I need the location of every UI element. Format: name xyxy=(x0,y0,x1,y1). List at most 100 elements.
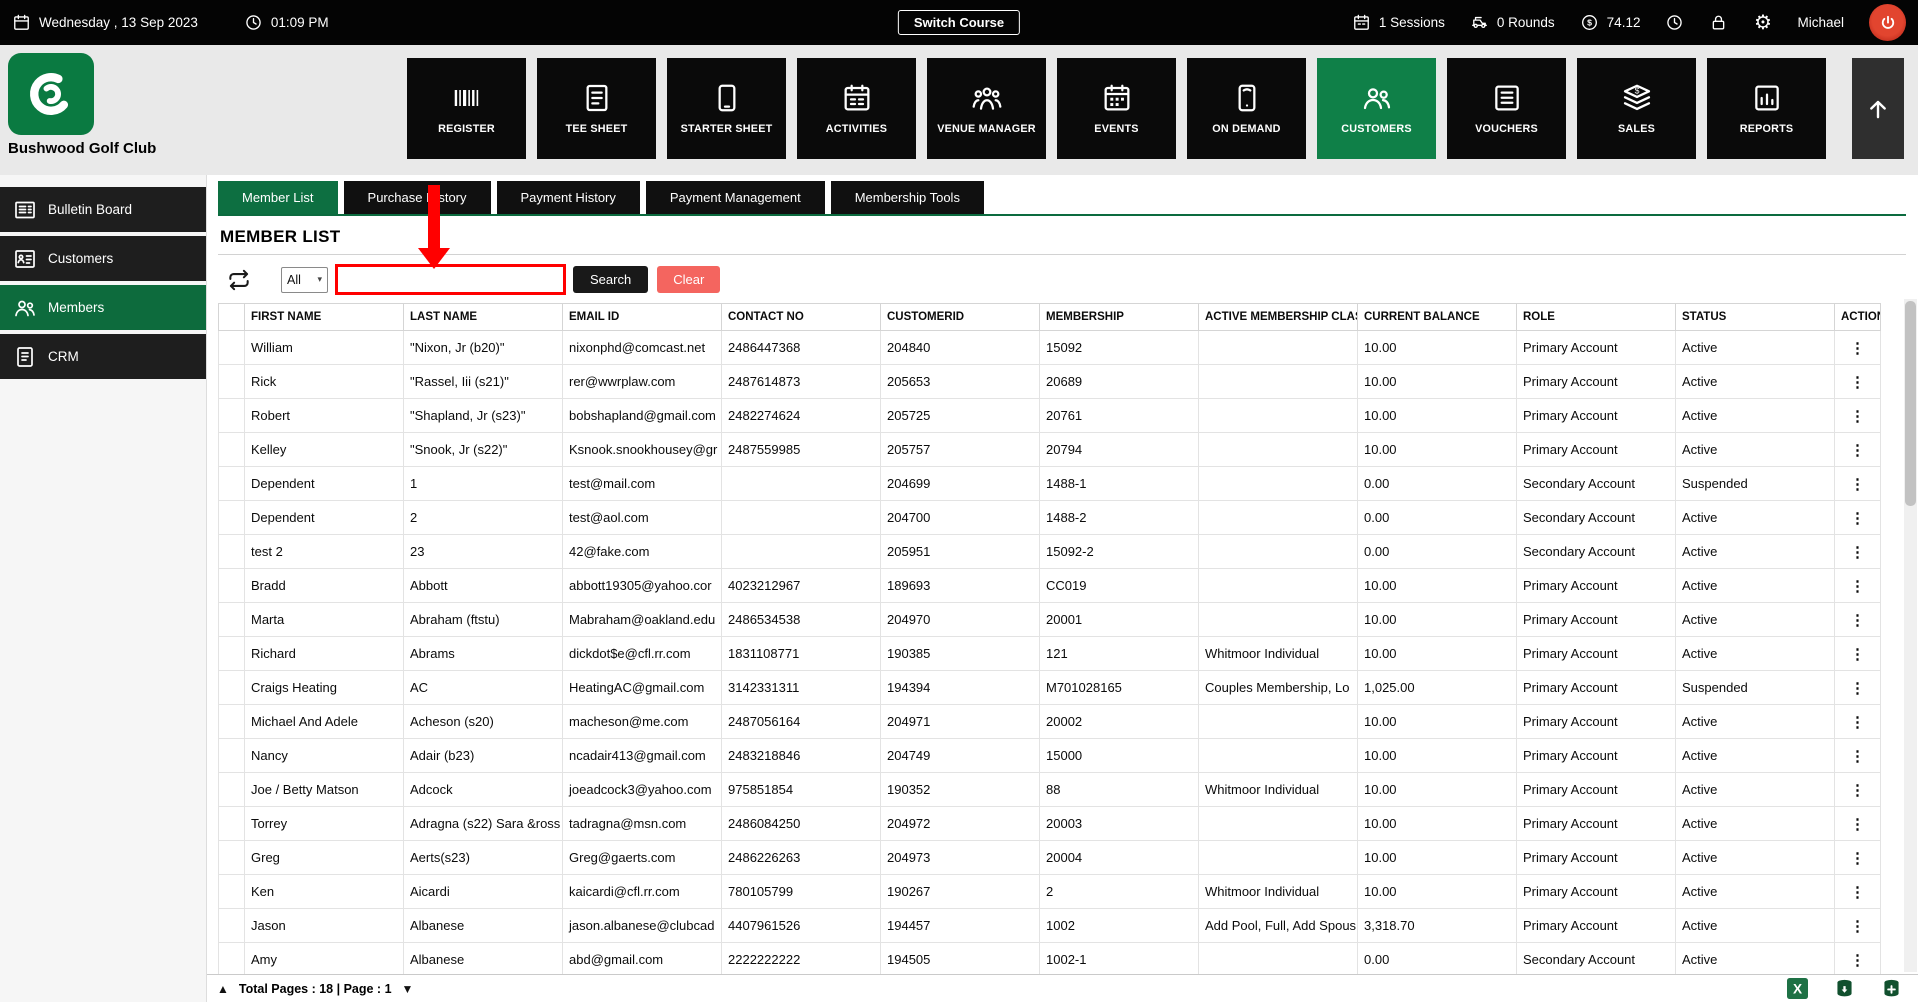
scrollbar-thumb[interactable] xyxy=(1905,301,1916,506)
column-header-active-membership-classe[interactable]: ACTIVE MEMBERSHIP CLASSE xyxy=(1198,303,1358,331)
row-actions-button[interactable]: ⋮ xyxy=(1834,738,1881,773)
settings-button[interactable]: ⚙ xyxy=(1753,13,1772,33)
member-row[interactable]: test 2 23 42@fake.com 205951 15092-2 0.00 Seco… xyxy=(218,534,1881,569)
row-actions-button[interactable]: ⋮ xyxy=(1834,704,1881,739)
collapse-ribbon-button[interactable] xyxy=(1852,58,1904,159)
row-select-cell[interactable] xyxy=(218,500,245,535)
tab-membership-tools[interactable]: Membership Tools xyxy=(830,181,984,214)
search-input[interactable] xyxy=(335,264,566,295)
nav-button-register[interactable]: REGISTER xyxy=(407,58,526,159)
column-header-membership[interactable]: MEMBERSHIP xyxy=(1039,303,1199,331)
sidebar-item-members[interactable]: Members xyxy=(0,285,206,330)
column-header-action[interactable]: ACTION xyxy=(1834,303,1881,331)
column-header-current-balance[interactable]: CURRENT BALANCE xyxy=(1357,303,1517,331)
row-actions-button[interactable]: ⋮ xyxy=(1834,840,1881,875)
row-select-cell[interactable] xyxy=(218,670,245,705)
member-row[interactable]: Jason Albanese jason.albanese@clubcad 44079… xyxy=(218,908,1881,943)
row-select-cell[interactable] xyxy=(218,772,245,807)
power-button[interactable] xyxy=(1869,4,1906,41)
tab-member-list[interactable]: Member List xyxy=(218,181,338,214)
export-excel-icon[interactable]: X xyxy=(1787,978,1808,999)
row-select-cell[interactable] xyxy=(218,806,245,841)
column-header-contact-no[interactable]: CONTACT NO xyxy=(721,303,881,331)
sidebar-item-bulletin-board[interactable]: Bulletin Board xyxy=(0,187,206,232)
rounds-indicator[interactable]: 0 Rounds xyxy=(1470,13,1555,32)
tab-payment-management[interactable]: Payment Management xyxy=(645,181,825,214)
row-select-cell[interactable] xyxy=(218,466,245,501)
refresh-button[interactable] xyxy=(226,267,252,293)
user-name[interactable]: Michael xyxy=(1797,15,1844,30)
clear-button[interactable]: Clear xyxy=(657,266,721,293)
row-actions-button[interactable]: ⋮ xyxy=(1834,364,1881,399)
search-button[interactable]: Search xyxy=(573,266,649,293)
sidebar-item-customers[interactable]: Customers xyxy=(0,236,206,281)
lock-button[interactable] xyxy=(1709,13,1728,32)
vertical-scrollbar[interactable] xyxy=(1904,299,1917,972)
add-data-icon[interactable] xyxy=(1881,978,1902,999)
row-actions-button[interactable]: ⋮ xyxy=(1834,874,1881,909)
row-actions-button[interactable]: ⋮ xyxy=(1834,500,1881,535)
row-select-cell[interactable] xyxy=(218,636,245,671)
row-select-cell[interactable] xyxy=(218,942,245,977)
member-row[interactable]: Bradd Abbott abbott19305@yahoo.cor 40232129… xyxy=(218,568,1881,603)
switch-course-button[interactable]: Switch Course xyxy=(897,10,1021,35)
row-select-cell[interactable] xyxy=(218,330,245,365)
member-row[interactable]: William "Nixon, Jr (b20)" nixonphd@comcast… xyxy=(218,330,1881,365)
tab-purchase-history[interactable]: Purchase History xyxy=(343,181,491,214)
row-actions-button[interactable]: ⋮ xyxy=(1834,602,1881,637)
column-header-customerid[interactable]: CUSTOMERID xyxy=(880,303,1040,331)
member-row[interactable]: Rick "Rassel, Iii (s21)" rer@wwrplaw.com 24… xyxy=(218,364,1881,399)
nav-button-activities[interactable]: ACTIVITIES xyxy=(797,58,916,159)
member-row[interactable]: Greg Aerts(s23) Greg@gaerts.com 2486226263 2… xyxy=(218,840,1881,875)
column-header-email-id[interactable]: EMAIL ID xyxy=(562,303,722,331)
row-actions-button[interactable]: ⋮ xyxy=(1834,466,1881,501)
member-row[interactable]: Marta Abraham (ftstu) Mabraham@oakland.edu… xyxy=(218,602,1881,637)
row-select-cell[interactable] xyxy=(218,704,245,739)
filter-category-dropdown[interactable]: All ▾ xyxy=(281,266,328,293)
member-row[interactable]: Nancy Adair (b23) ncadair413@gmail.com 2483… xyxy=(218,738,1881,773)
row-actions-button[interactable]: ⋮ xyxy=(1834,568,1881,603)
row-actions-button[interactable]: ⋮ xyxy=(1834,772,1881,807)
column-header-first-name[interactable]: FIRST NAME xyxy=(244,303,404,331)
column-header-last-name[interactable]: LAST NAME xyxy=(403,303,563,331)
row-select-cell[interactable] xyxy=(218,908,245,943)
export-data-icon[interactable] xyxy=(1834,978,1855,999)
column-header-role[interactable]: ROLE xyxy=(1516,303,1676,331)
row-select-cell[interactable] xyxy=(218,398,245,433)
member-row[interactable]: Kelley "Snook, Jr (s22)" Ksnook.snookhouse… xyxy=(218,432,1881,467)
row-select-cell[interactable] xyxy=(218,874,245,909)
row-select-cell[interactable] xyxy=(218,568,245,603)
nav-button-on-demand[interactable]: ON DEMAND xyxy=(1187,58,1306,159)
row-actions-button[interactable]: ⋮ xyxy=(1834,330,1881,365)
row-actions-button[interactable]: ⋮ xyxy=(1834,908,1881,943)
row-select-cell[interactable] xyxy=(218,738,245,773)
member-row[interactable]: Dependent 2 test@aol.com 204700 1488-2 0.00 Se… xyxy=(218,500,1881,535)
row-select-cell[interactable] xyxy=(218,840,245,875)
row-select-cell[interactable] xyxy=(218,432,245,467)
row-actions-button[interactable]: ⋮ xyxy=(1834,636,1881,671)
row-actions-button[interactable]: ⋮ xyxy=(1834,806,1881,841)
row-actions-button[interactable]: ⋮ xyxy=(1834,942,1881,977)
row-actions-button[interactable]: ⋮ xyxy=(1834,670,1881,705)
sidebar-item-crm[interactable]: CRM xyxy=(0,334,206,379)
member-row[interactable]: Michael And Adele Acheson (s20) macheson@m… xyxy=(218,704,1881,739)
row-select-cell[interactable] xyxy=(218,534,245,569)
member-row[interactable]: Richard Abrams dickdot$e@cfl.rr.com 1831108… xyxy=(218,636,1881,671)
nav-button-vouchers[interactable]: VOUCHERS xyxy=(1447,58,1566,159)
member-row[interactable]: Craigs Heating AC HeatingAC@gmail.com 31423… xyxy=(218,670,1881,705)
nav-button-reports[interactable]: REPORTS xyxy=(1707,58,1826,159)
member-row[interactable]: Amy Albanese abd@gmail.com 2222222222 194505… xyxy=(218,942,1881,977)
member-row[interactable]: Torrey Adragna (s22) Sara &ross tadragna@m… xyxy=(218,806,1881,841)
nav-button-starter-sheet[interactable]: STARTER SHEET xyxy=(667,58,786,159)
nav-button-sales[interactable]: $ SALES xyxy=(1577,58,1696,159)
tab-payment-history[interactable]: Payment History xyxy=(496,181,640,214)
member-row[interactable]: Dependent 1 test@mail.com 204699 1488-1 0.00 S… xyxy=(218,466,1881,501)
sessions-indicator[interactable]: 1 Sessions xyxy=(1352,13,1445,32)
member-row[interactable]: Joe / Betty Matson Adcock joeadcock3@yahoo… xyxy=(218,772,1881,807)
page-down-icon[interactable]: ▼ xyxy=(402,982,414,996)
balance-indicator[interactable]: $ 74.12 xyxy=(1580,13,1640,32)
time-clock-button[interactable] xyxy=(1665,13,1684,32)
row-actions-button[interactable]: ⋮ xyxy=(1834,432,1881,467)
page-up-icon[interactable]: ▲ xyxy=(217,982,229,996)
nav-button-tee-sheet[interactable]: TEE SHEET xyxy=(537,58,656,159)
